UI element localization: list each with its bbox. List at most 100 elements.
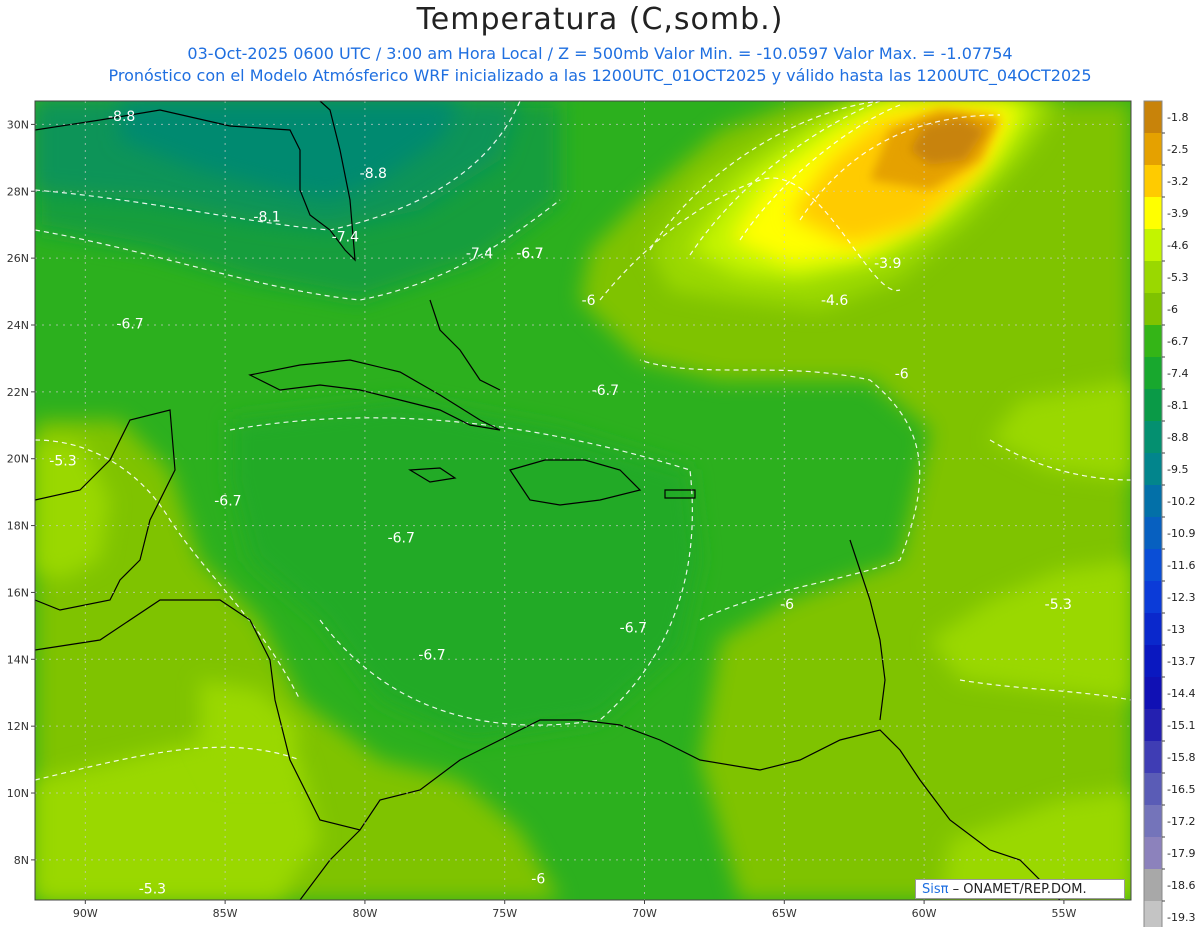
contour-label: -7.4 [332, 229, 359, 245]
colorbar-label: -8.1 [1167, 399, 1188, 412]
contour-label: -6.7 [388, 530, 415, 546]
colorbar-swatch [1144, 421, 1162, 453]
colorbar-label: -3.9 [1167, 207, 1188, 220]
colorbar-swatch [1144, 261, 1162, 293]
colorbar-label: -16.5 [1167, 783, 1195, 796]
colorbar-label: -14.4 [1167, 687, 1195, 700]
credit-box: Sisπ – ONAMET/REP.DOM. [915, 879, 1125, 899]
colorbar-swatch [1144, 741, 1162, 773]
colorbar-swatch [1144, 709, 1162, 741]
lat-tick-label: 14N [7, 653, 29, 666]
colorbar: -1.8 -2.5 -3.2 -3.9 -4.6 -5.3 -6 -6.7 -7.4 -8.1 -8… [1143, 100, 1195, 927]
lon-tick-label: 65W [772, 907, 797, 920]
colorbar-swatch [1144, 197, 1162, 229]
colorbar-label: -8.8 [1167, 431, 1188, 444]
contour-label: -3.9 [874, 256, 901, 272]
contour-label: -5.3 [1045, 597, 1072, 613]
colorbar-label: -9.5 [1167, 463, 1188, 476]
colorbar-swatch [1144, 613, 1162, 645]
lon-tick-label: 70W [632, 907, 657, 920]
colorbar-label: -19.3 [1167, 911, 1195, 924]
colorbar-swatch [1144, 645, 1162, 677]
colorbar-label: -7.4 [1167, 367, 1188, 380]
colorbar-label: -1.8 [1167, 111, 1188, 124]
contour-label: -6.7 [116, 316, 143, 332]
colorbar-swatch [1144, 133, 1162, 165]
lon-tick-label: 90W [73, 907, 98, 920]
colorbar-swatch [1144, 293, 1162, 325]
lat-tick-label: 28N [7, 185, 29, 198]
lon-tick-label: 75W [492, 907, 517, 920]
lon-tick-label: 55W [1051, 907, 1076, 920]
lon-tick-label: 80W [352, 907, 377, 920]
colorbar-label: -6.7 [1167, 335, 1188, 348]
colorbar-swatch [1144, 517, 1162, 549]
temperature-field [35, 101, 1131, 900]
colorbar-swatch [1144, 389, 1162, 421]
lat-tick-label: 26N [7, 252, 29, 265]
colorbar-label: -11.6 [1167, 559, 1195, 572]
colorbar-swatch [1144, 357, 1162, 389]
colorbar-label: -13.7 [1167, 655, 1195, 668]
colorbar-swatch [1144, 453, 1162, 485]
colorbar-label: -2.5 [1167, 143, 1188, 156]
contour-label: -6.7 [620, 621, 647, 637]
lat-tick-label: 30N [7, 118, 29, 131]
contour-label: -6.7 [592, 383, 619, 399]
credit-brand: Sisπ [922, 882, 949, 897]
colorbar-label: -6 [1167, 303, 1178, 316]
contour-label: -5.3 [49, 453, 76, 469]
contour-label: -8.1 [253, 209, 280, 225]
colorbar-swatch [1144, 581, 1162, 613]
latitude-axis: 30N 28N 26N 24N 22N 20N 18N 16N 14N 12N 10N 8N [7, 118, 35, 867]
colorbar-swatch [1144, 677, 1162, 709]
contour-label: -5.3 [139, 881, 166, 897]
colorbar-swatch [1144, 901, 1162, 927]
colorbar-label: -4.6 [1167, 239, 1188, 252]
colorbar-swatch [1144, 101, 1162, 133]
longitude-axis: 90W 85W 80W 75W 70W 65W 60W 55W [73, 900, 1076, 920]
contour-label: -6.7 [214, 494, 241, 510]
colorbar-swatch [1144, 805, 1162, 837]
colorbar-label: -17.9 [1167, 847, 1195, 860]
lat-tick-label: 18N [7, 520, 29, 533]
lat-tick-label: 22N [7, 386, 29, 399]
lon-tick-label: 60W [912, 907, 937, 920]
contour-label: -6 [780, 597, 794, 613]
colorbar-label: -10.2 [1167, 495, 1195, 508]
contour-label: -6 [531, 871, 545, 887]
colorbar-label: -12.3 [1167, 591, 1195, 604]
colorbar-label: -5.3 [1167, 271, 1188, 284]
colorbar-swatch [1144, 773, 1162, 805]
lat-tick-label: 16N [7, 586, 29, 599]
colorbar-swatch [1144, 485, 1162, 517]
lat-tick-label: 20N [7, 453, 29, 466]
lat-tick-label: 8N [14, 854, 29, 867]
colorbar-swatch [1144, 325, 1162, 357]
contour-label: -6 [582, 293, 596, 309]
colorbar-label: -17.2 [1167, 815, 1195, 828]
temperature-map: -8.8 -8.8 -8.1 -7.4 -7.4 -6.7 -6.7 -6.7 -6.7 -6.7… [7, 100, 1195, 927]
contour-label: -6.7 [516, 246, 543, 262]
contour-label: -8.8 [108, 109, 135, 125]
lat-tick-label: 12N [7, 720, 29, 733]
lat-tick-label: 24N [7, 319, 29, 332]
colorbar-label: -13 [1167, 623, 1185, 636]
contour-label: -4.6 [821, 293, 848, 309]
colorbar-swatch [1144, 869, 1162, 901]
lat-tick-label: 10N [7, 787, 29, 800]
credit-text: – ONAMET/REP.DOM. [948, 882, 1087, 897]
contour-label: -6.7 [418, 647, 445, 663]
colorbar-label: -15.1 [1167, 719, 1195, 732]
colorbar-swatch [1144, 165, 1162, 197]
colorbar-swatch [1144, 229, 1162, 261]
colorbar-label: -3.2 [1167, 175, 1188, 188]
colorbar-swatch [1144, 549, 1162, 581]
lon-tick-label: 85W [213, 907, 238, 920]
colorbar-label: -15.8 [1167, 751, 1195, 764]
colorbar-label: -10.9 [1167, 527, 1195, 540]
colorbar-label: -18.6 [1167, 879, 1195, 892]
contour-label: -8.8 [360, 166, 387, 182]
contour-label: -7.4 [466, 246, 493, 262]
colorbar-swatch [1144, 837, 1162, 869]
